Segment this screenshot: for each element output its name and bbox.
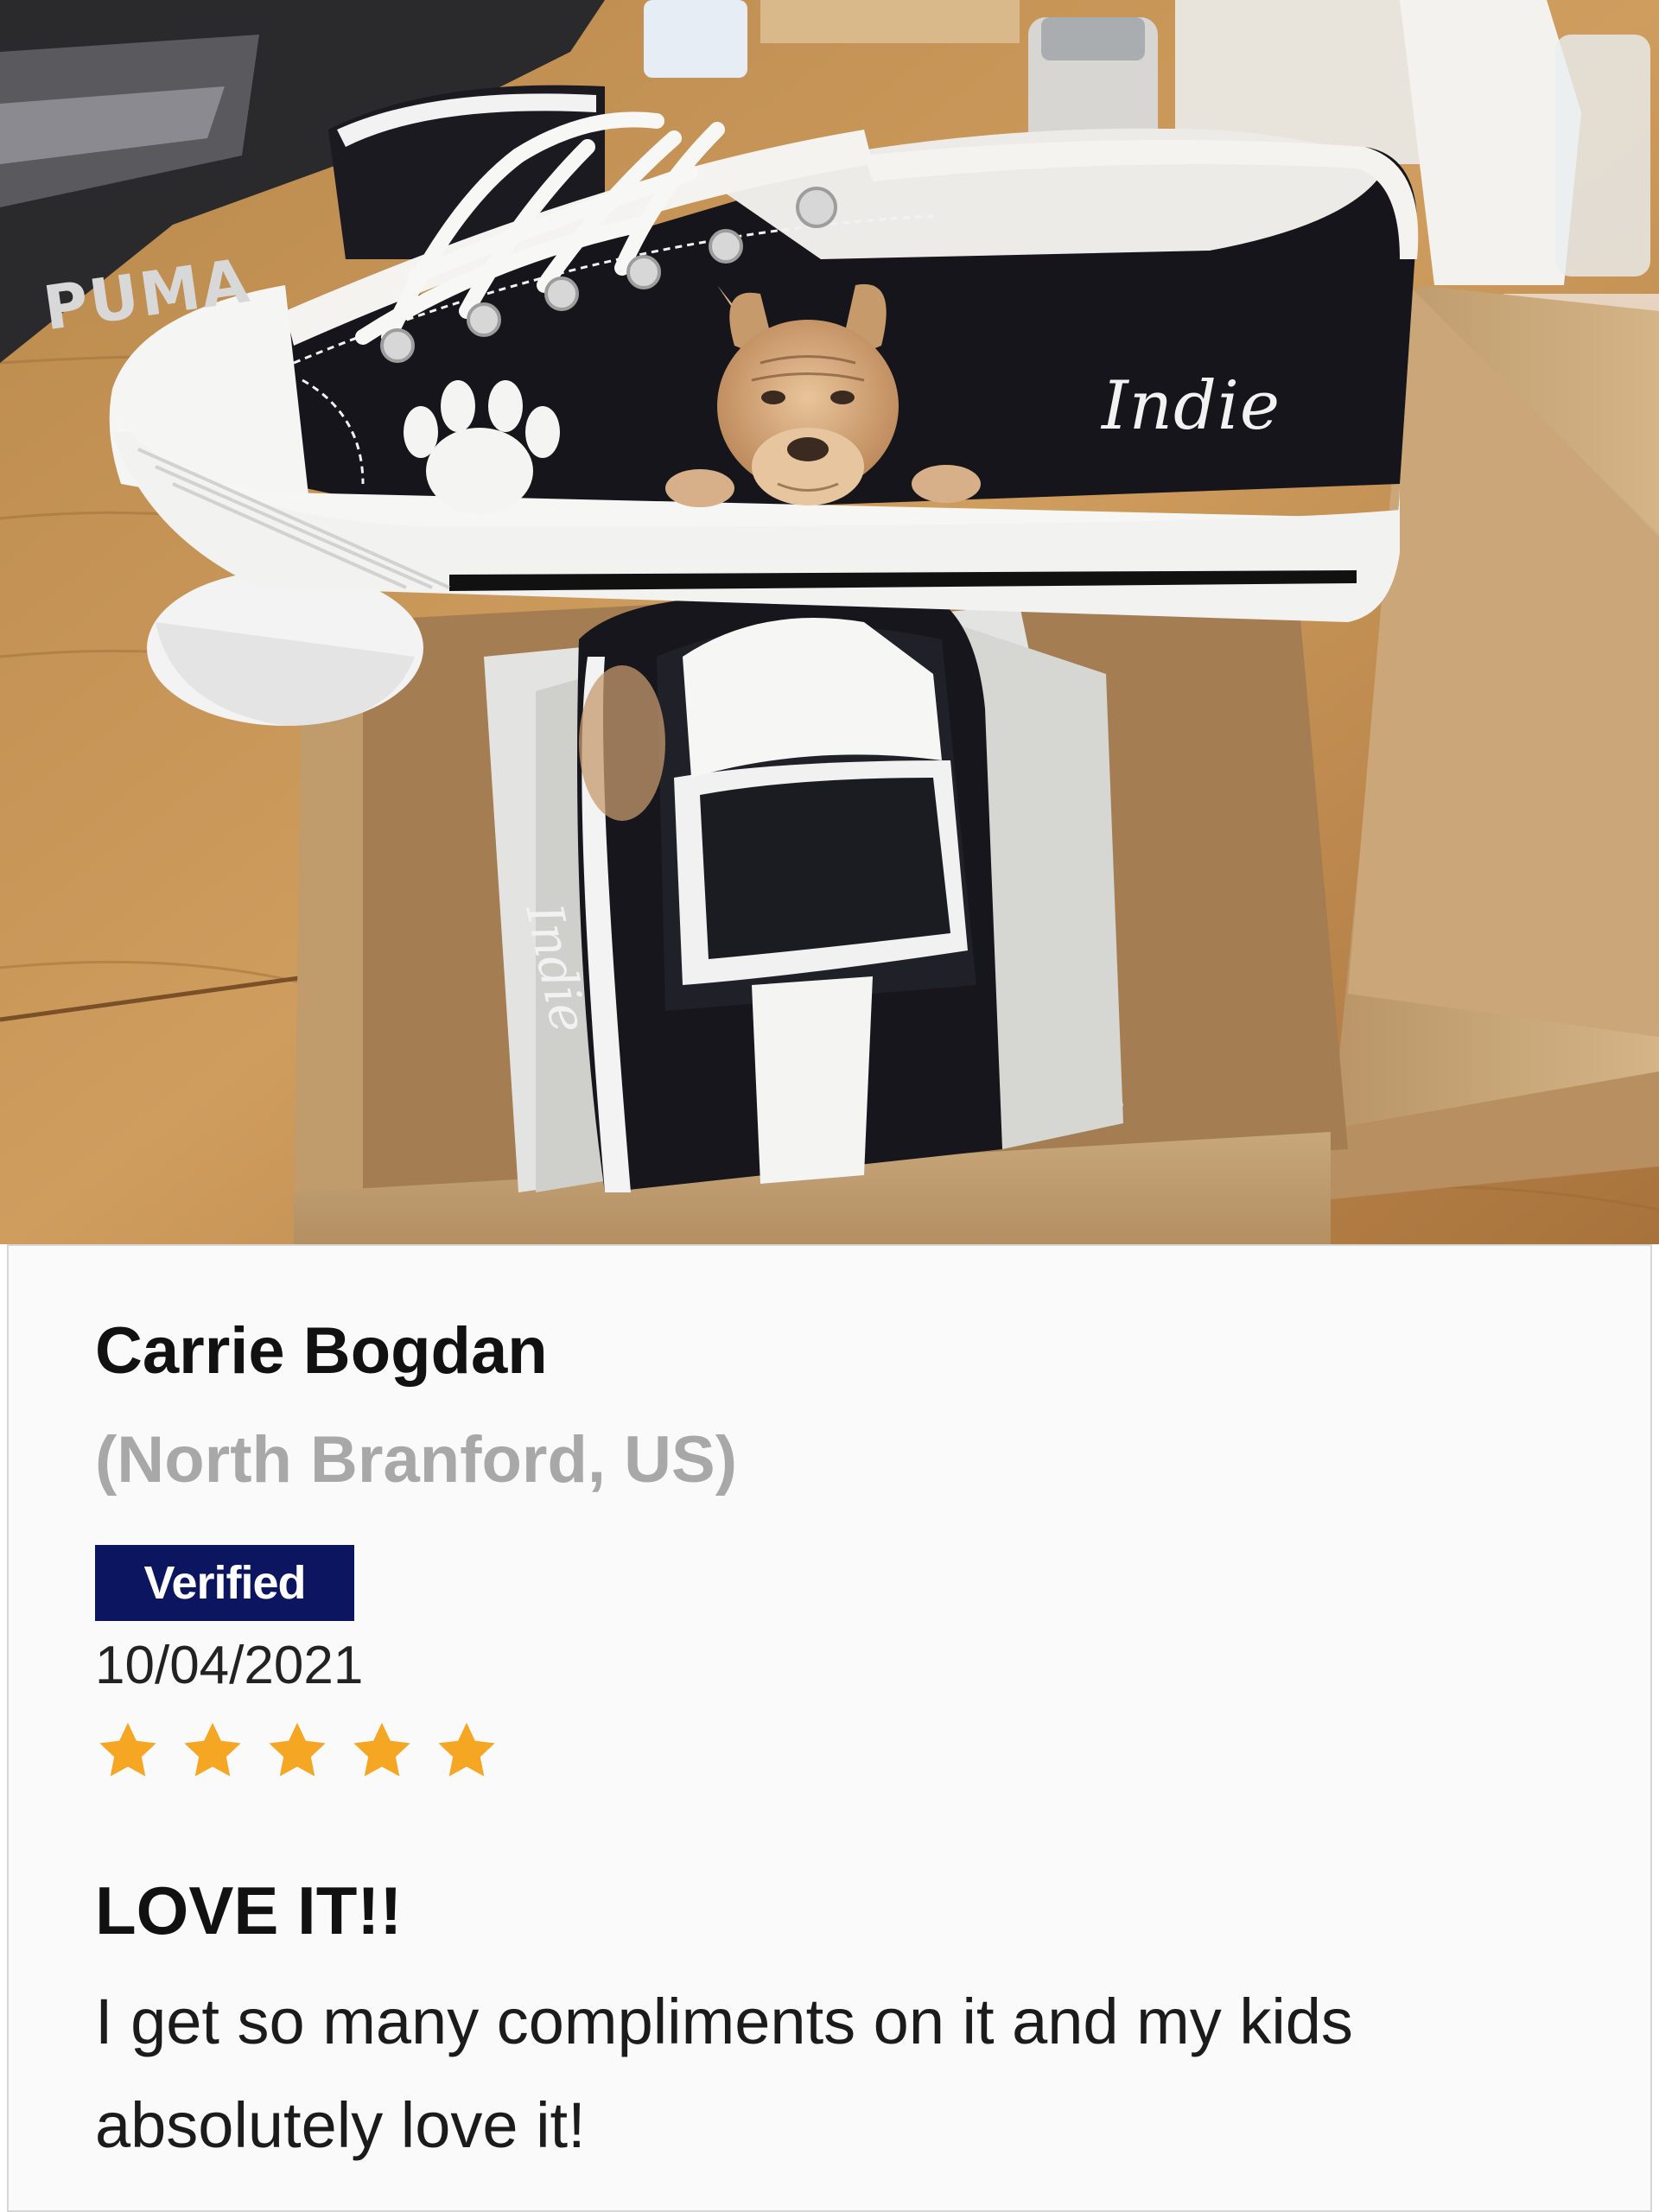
shoe-name-print: Indie xyxy=(1102,367,1281,445)
reviewer-location: (North Branford, US) xyxy=(95,1423,738,1497)
reviewer-name: Carrie Bogdan xyxy=(95,1314,548,1388)
star-icon xyxy=(184,1722,241,1777)
review-body: I get so many compliments on it and my k… xyxy=(95,1986,1353,2161)
star-icon xyxy=(99,1722,156,1777)
verified-badge: Verified xyxy=(95,1545,354,1621)
star-icon xyxy=(269,1722,326,1777)
photo-illustration xyxy=(0,0,1659,1244)
review-date: 10/04/2021 xyxy=(95,1636,364,1695)
review-card: Carrie Bogdan (North Branford, US) Verif… xyxy=(7,1244,1652,2212)
product-photo: PUMA Indie Indie xyxy=(0,0,1659,1244)
review-title: LOVE IT!! xyxy=(95,1872,403,1948)
star-rating xyxy=(95,1718,499,1783)
star-icon xyxy=(438,1722,495,1777)
star-icon xyxy=(353,1722,410,1777)
